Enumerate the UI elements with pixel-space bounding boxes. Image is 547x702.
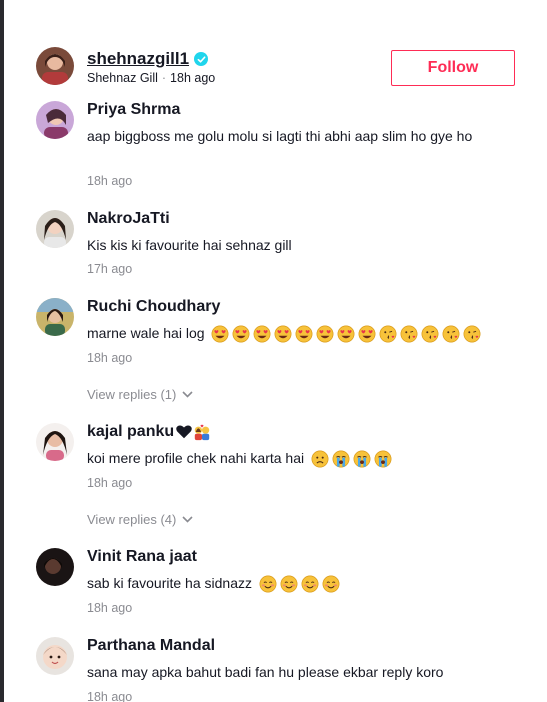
kissing-heart-emoji-icon	[400, 325, 418, 343]
blush-emoji-icon	[259, 575, 277, 593]
post-time: 18h ago	[170, 71, 216, 85]
chevron-down-icon	[182, 516, 193, 523]
heart-eyes-emoji-icon	[316, 325, 334, 343]
comment-time: 17h ago	[87, 262, 133, 276]
commenter-name[interactable]: Vinit Rana jaat	[87, 548, 197, 566]
comment-text: Kis kis ki favourite hai sehnaz gill	[87, 237, 292, 253]
loudly-crying-emoji-icon	[374, 450, 392, 468]
comment-text-content: marne wale hai log	[87, 325, 205, 341]
kissing-heart-emoji-icon	[442, 325, 460, 343]
author-username[interactable]: shehnazgill1	[87, 49, 189, 69]
kissing-heart-emoji-icon	[421, 325, 439, 343]
comment-text-content: koi mere profile chek nahi karta hai	[87, 450, 305, 466]
commenter-name[interactable]: Ruchi Choudhary	[87, 298, 220, 316]
comment-text: koi mere profile chek nahi karta hai	[87, 447, 507, 469]
verified-badge-icon	[194, 52, 209, 66]
commenter-name-row: kajal panku	[87, 423, 211, 441]
author-display-name: Shehnaz Gill	[87, 71, 158, 85]
comment-time: 18h ago	[87, 690, 133, 702]
commenter-avatar[interactable]	[36, 548, 74, 586]
heart-eyes-emoji-icon	[253, 325, 271, 343]
blush-emoji-icon	[280, 575, 298, 593]
commenter-avatar[interactable]	[36, 637, 74, 675]
commenter-name[interactable]: Parthana Mandal	[87, 637, 215, 655]
heart-eyes-emoji-icon	[211, 325, 229, 343]
commenter-name[interactable]: Priya Shrma	[87, 101, 180, 119]
follow-button[interactable]: Follow	[391, 50, 515, 86]
heart-eyes-emoji-icon	[295, 325, 313, 343]
comment-text: aap biggboss me golu molu si lagti thi a…	[87, 128, 473, 144]
comment-text: sana may apka bahut badi fan hu please e…	[87, 664, 444, 680]
comment-text-content: sab ki favourite ha sidnazz	[87, 575, 252, 591]
commenter-name[interactable]: NakroJaTti	[87, 210, 170, 228]
comment-text: sab ki favourite ha sidnazz	[87, 572, 507, 594]
comment-time: 18h ago	[87, 601, 133, 615]
emoji-group	[256, 575, 340, 593]
view-replies-label: View replies (4)	[87, 512, 177, 527]
author-avatar[interactable]	[36, 47, 74, 85]
sad-emoji-icon	[311, 450, 329, 468]
comment-time: 18h ago	[87, 476, 133, 490]
chevron-down-icon	[182, 391, 193, 398]
couple-with-heart-icon	[194, 424, 210, 441]
commenter-avatar[interactable]	[36, 298, 74, 336]
commenter-avatar[interactable]	[36, 423, 74, 461]
comment-text: marne wale hai log	[87, 322, 507, 344]
heart-eyes-emoji-icon	[274, 325, 292, 343]
loudly-crying-emoji-icon	[353, 450, 371, 468]
heart-eyes-emoji-icon	[358, 325, 376, 343]
commenter-avatar[interactable]	[36, 101, 74, 139]
heart-eyes-emoji-icon	[232, 325, 250, 343]
loudly-crying-emoji-icon	[332, 450, 350, 468]
video-author-header: shehnazgill1 Shehnaz Gill · 18h ago Foll…	[36, 47, 516, 91]
commenter-name[interactable]: kajal panku	[87, 423, 174, 441]
emoji-group	[208, 325, 481, 343]
view-replies-button[interactable]: View replies (1)	[87, 387, 193, 402]
author-meta: Shehnaz Gill · 18h ago	[87, 71, 215, 85]
kissing-heart-emoji-icon	[379, 325, 397, 343]
kissing-heart-emoji-icon	[463, 325, 481, 343]
black-heart-icon	[176, 425, 192, 439]
heart-eyes-emoji-icon	[337, 325, 355, 343]
emoji-group	[308, 450, 392, 468]
commenter-avatar[interactable]	[36, 210, 74, 248]
blush-emoji-icon	[301, 575, 319, 593]
view-replies-label: View replies (1)	[87, 387, 177, 402]
meta-separator: ·	[161, 71, 167, 85]
view-replies-button[interactable]: View replies (4)	[87, 512, 193, 527]
comment-time: 18h ago	[87, 351, 133, 365]
blush-emoji-icon	[322, 575, 340, 593]
comment-time: 18h ago	[87, 174, 133, 188]
window-edge	[0, 0, 4, 702]
